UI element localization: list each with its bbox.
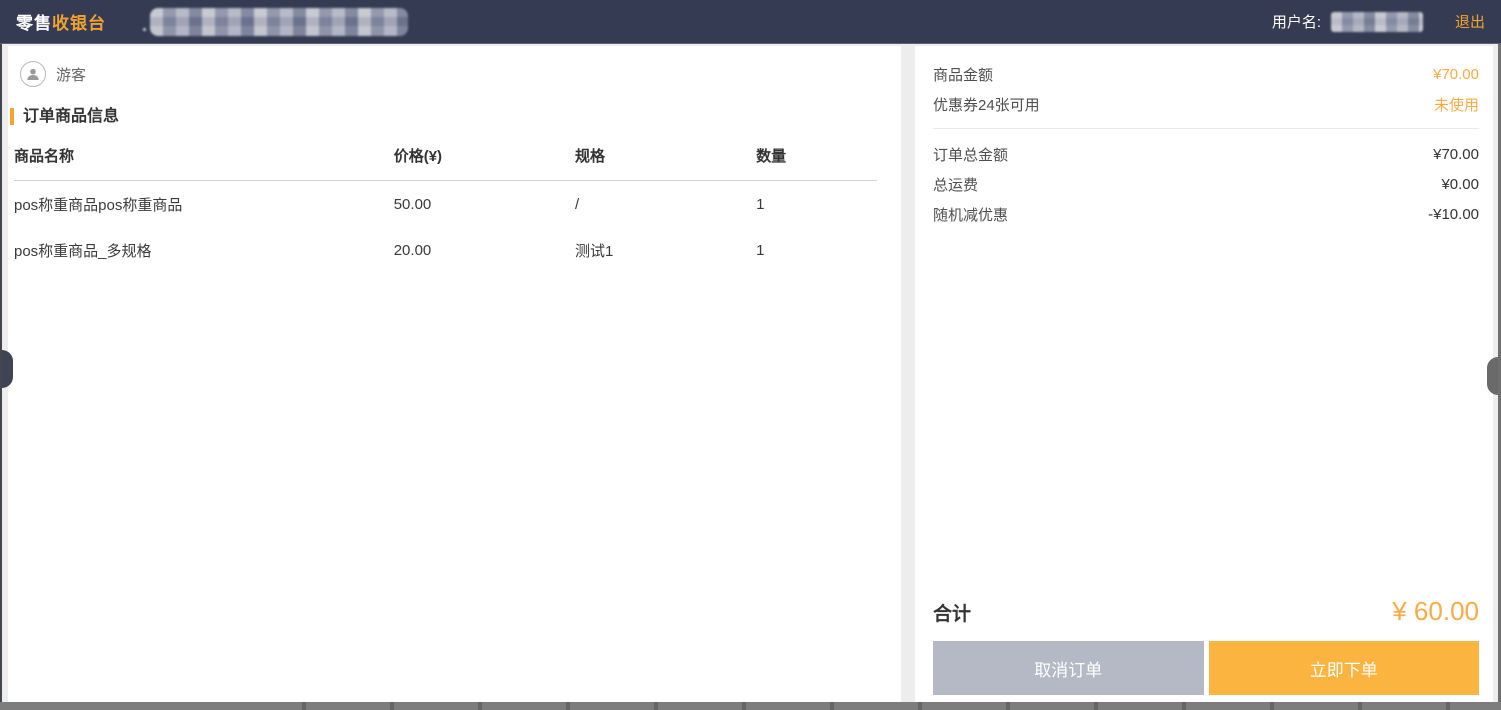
discount-row: 随机减优惠 -¥10.00	[933, 199, 1479, 229]
order-total-value: ¥70.00	[1433, 146, 1479, 163]
summary-divider	[933, 128, 1479, 129]
goods-amount-label: 商品金额	[933, 64, 993, 85]
bottom-taskbar-strip	[0, 702, 1501, 710]
column-header-spec: 规格	[575, 129, 756, 181]
order-items-section-title: 订单商品信息	[10, 108, 901, 125]
item-name: pos称重商品_多规格	[14, 227, 394, 273]
coupon-status[interactable]: 未使用	[1434, 94, 1479, 115]
column-header-qty: 数量	[756, 129, 877, 181]
cancel-order-button[interactable]: 取消订单	[933, 641, 1204, 695]
item-qty: 1	[756, 227, 877, 273]
table-row: pos称重商品pos称重商品 50.00 / 1	[14, 181, 877, 228]
username-label: 用户名:	[1272, 11, 1321, 32]
order-total-label: 订单总金额	[933, 144, 1008, 165]
order-items-table: 商品名称 价格(¥) 规格 数量 pos称重商品pos称重商品 50.00 / …	[14, 129, 877, 273]
column-header-name: 商品名称	[14, 129, 394, 181]
item-name: pos称重商品pos称重商品	[14, 181, 394, 228]
grand-total-label: 合计	[933, 599, 971, 626]
submit-order-button[interactable]: 立即下单	[1209, 641, 1480, 695]
coupon-row[interactable]: 优惠券24张可用 未使用	[933, 89, 1479, 119]
shipping-label: 总运费	[933, 174, 978, 195]
item-qty: 1	[756, 181, 877, 228]
redacted-store-name	[150, 8, 408, 36]
customer-name: 游客	[56, 64, 86, 85]
table-header-row: 商品名称 价格(¥) 规格 数量	[14, 129, 877, 181]
grand-total-value: ¥ 60.00	[1392, 596, 1479, 627]
coupon-label: 优惠券24张可用	[933, 94, 1040, 115]
goods-amount-value: ¥70.00	[1433, 66, 1479, 83]
app-title-suffix: 收银台	[52, 14, 106, 33]
guest-avatar-icon	[20, 61, 46, 87]
discount-value: -¥10.00	[1428, 206, 1479, 223]
item-spec: /	[575, 181, 756, 228]
app-title: 零售收银台	[16, 9, 106, 34]
item-price: 20.00	[394, 227, 575, 273]
app-title-prefix: 零售	[16, 14, 52, 33]
redacted-username	[1331, 12, 1423, 32]
checkout-area: 合计 ¥ 60.00 取消订单 立即下单	[933, 596, 1479, 695]
item-price: 50.00	[394, 181, 575, 228]
discount-label: 随机减优惠	[933, 204, 1008, 225]
order-items-panel: 游客 订单商品信息 商品名称 价格(¥) 规格 数量 pos称重商品pos称重商…	[8, 46, 901, 702]
goods-amount-row: 商品金额 ¥70.00	[933, 59, 1479, 89]
bottom-taskbar-segments	[218, 702, 1501, 710]
shipping-value: ¥0.00	[1441, 176, 1479, 193]
summary-mid-block: 订单总金额 ¥70.00 总运费 ¥0.00 随机减优惠 -¥10.00	[915, 135, 1493, 229]
topbar: 零售收银台 用户名: 退出	[0, 0, 1501, 44]
customer-row: 游客	[20, 61, 901, 87]
logout-button[interactable]: 退出	[1455, 11, 1485, 32]
right-drawer-handle-icon[interactable]	[1487, 357, 1498, 395]
table-row: pos称重商品_多规格 20.00 测试1 1	[14, 227, 877, 273]
left-drawer-handle-icon[interactable]	[2, 350, 13, 388]
item-spec: 测试1	[575, 227, 756, 273]
order-total-row: 订单总金额 ¥70.00	[933, 139, 1479, 169]
column-header-price: 价格(¥)	[394, 129, 575, 181]
summary-top-block: 商品金额 ¥70.00 优惠券24张可用 未使用	[915, 46, 1493, 119]
shipping-row: 总运费 ¥0.00	[933, 169, 1479, 199]
grand-total-row: 合计 ¥ 60.00	[933, 596, 1479, 627]
order-summary-panel: 商品金额 ¥70.00 优惠券24张可用 未使用 订单总金额 ¥70.00 总运…	[915, 46, 1493, 702]
